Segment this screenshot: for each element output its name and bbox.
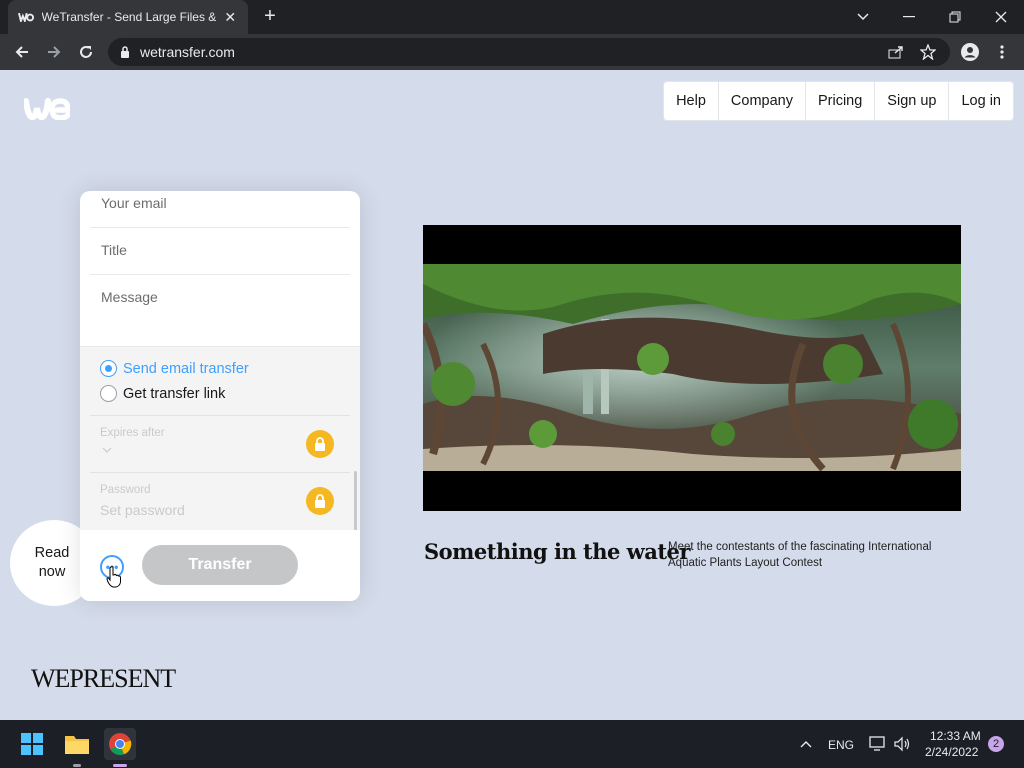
clock-time[interactable]: 12:33 AM (930, 729, 981, 743)
divider (90, 415, 350, 416)
wepresent-logo[interactable]: WEPRESENT (31, 664, 176, 694)
transfer-panel: Your email Title Message Send email tran… (80, 191, 360, 601)
restore-icon[interactable] (932, 0, 978, 34)
clock-date[interactable]: 2/24/2022 (925, 745, 978, 759)
option-send-email-label: Send email transfer (123, 360, 249, 377)
windows-start-icon[interactable] (16, 728, 48, 760)
nav-sign-up[interactable]: Sign up (875, 82, 950, 120)
nav-pricing[interactable]: Pricing (806, 82, 876, 120)
message-field[interactable]: Message (90, 289, 350, 345)
browser-tabstrip: WeTransfer - Send Large Files & Share Ph… (0, 0, 1024, 34)
email-field[interactable]: Your email (90, 195, 350, 228)
divider (90, 472, 350, 473)
file-explorer-icon[interactable] (61, 728, 93, 760)
radio-unselected-icon[interactable] (100, 385, 117, 402)
tab-search-icon[interactable] (840, 0, 886, 34)
profile-icon[interactable] (958, 40, 982, 64)
password-label: Password (100, 484, 151, 496)
taskbar-indicator (73, 764, 81, 767)
chrome-icon[interactable] (104, 728, 136, 760)
wetransfer-logo[interactable] (24, 98, 70, 120)
transfer-button[interactable]: Transfer (142, 545, 298, 585)
expires-lock-icon[interactable] (306, 430, 334, 458)
forward-icon[interactable] (42, 40, 66, 64)
password-lock-icon[interactable] (306, 487, 334, 515)
language-indicator[interactable]: ENG (828, 738, 854, 752)
read-now-line1: Read (34, 545, 70, 561)
option-get-link-label: Get transfer link (123, 385, 226, 402)
address-bar[interactable]: wetransfer.com (108, 38, 950, 66)
tab-close-icon[interactable]: ✕ (222, 9, 238, 26)
volume-icon[interactable] (886, 728, 918, 760)
hand-cursor-icon (106, 566, 121, 588)
message-placeholder: Message (101, 289, 158, 305)
minimize-icon[interactable] (886, 0, 932, 34)
chevron-down-icon (102, 447, 112, 453)
lock-icon (121, 46, 129, 58)
back-icon[interactable] (10, 40, 34, 64)
reload-icon[interactable] (74, 40, 98, 64)
title-placeholder: Title (101, 242, 127, 258)
windows-taskbar: ENG 12:33 AM 2/24/2022 (0, 720, 1024, 768)
taskbar-active-indicator (113, 764, 127, 767)
close-window-icon[interactable] (978, 0, 1024, 34)
notification-badge[interactable]: 2 (988, 736, 1004, 752)
read-now-line2: now (38, 564, 66, 580)
nav-log-in[interactable]: Log in (949, 82, 1013, 120)
radio-selected-icon[interactable] (100, 360, 117, 377)
email-placeholder: Your email (101, 195, 167, 211)
hero-image[interactable] (423, 225, 961, 511)
option-send-email[interactable]: Send email transfer (100, 360, 249, 377)
nav-help[interactable]: Help (664, 82, 719, 120)
aquascape-image (423, 264, 961, 471)
title-field[interactable]: Title (90, 242, 350, 275)
password-input[interactable]: Set password (100, 502, 185, 518)
nav-company[interactable]: Company (719, 82, 806, 120)
story-title[interactable]: Something in the water (424, 539, 690, 564)
expires-label: Expires after (100, 427, 165, 439)
new-tab-button[interactable]: + (258, 5, 282, 29)
share-icon[interactable] (888, 45, 904, 59)
tab-title: WeTransfer - Send Large Files & Share Ph… (41, 10, 217, 24)
url-text: wetransfer.com (140, 44, 235, 60)
top-navigation: Help Company Pricing Sign up Log in (663, 81, 1014, 121)
menu-kebab-icon[interactable] (990, 40, 1014, 64)
tray-overflow-chevron-icon[interactable] (790, 728, 822, 760)
browser-tab[interactable]: WeTransfer - Send Large Files & Share Ph… (8, 0, 248, 34)
wetransfer-favicon-icon (18, 12, 34, 22)
page-content: Help Company Pricing Sign up Log in Read… (0, 70, 1024, 720)
story-description: Meet the contestants of the fascinating … (668, 541, 932, 569)
bookmark-star-icon[interactable] (920, 44, 936, 60)
option-get-link[interactable]: Get transfer link (100, 385, 225, 402)
panel-footer: ••• Transfer (80, 530, 360, 601)
browser-toolbar: wetransfer.com (0, 34, 1024, 70)
